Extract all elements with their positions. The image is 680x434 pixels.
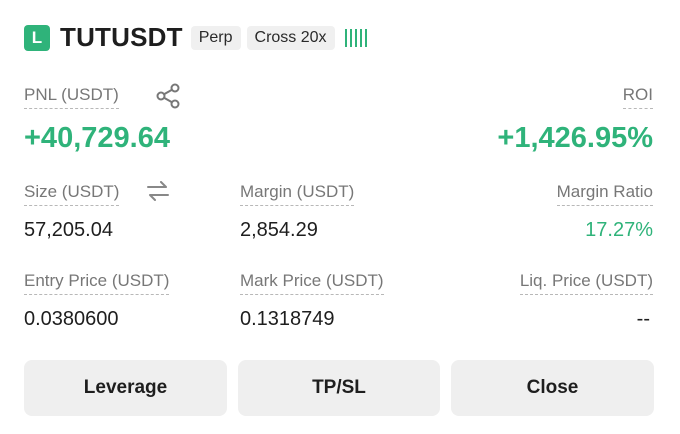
liq-price-label[interactable]: Liq. Price (USDT) — [519, 271, 653, 295]
size-label[interactable]: Size (USDT) — [24, 182, 120, 206]
roi-label[interactable]: ROI — [622, 85, 653, 109]
size-value: 57,205.04 — [24, 219, 113, 241]
margin-label[interactable]: Margin (USDT) — [240, 182, 355, 206]
tpsl-button[interactable]: TP/SL — [238, 360, 440, 416]
share-icon[interactable] — [155, 83, 181, 109]
position-header: L TUTUSDT Perp Cross 20x — [24, 22, 367, 53]
leverage-button[interactable]: Leverage — [24, 360, 227, 416]
roi-value: +1,426.95% — [497, 122, 653, 154]
mark-price-value: 0.1318749 — [240, 308, 335, 330]
contract-type-tag: Perp — [190, 25, 241, 50]
pnl-label[interactable]: PNL (USDT) — [24, 85, 119, 109]
liq-price-value: -- — [636, 308, 650, 330]
close-position-button[interactable]: Close — [451, 360, 654, 416]
margin-ratio-label[interactable]: Margin Ratio — [556, 182, 653, 206]
entry-price-label[interactable]: Entry Price (USDT) — [24, 271, 170, 295]
swap-arrows-icon[interactable] — [146, 181, 170, 201]
entry-price-value: 0.0380600 — [24, 308, 119, 330]
signal-bars-icon — [344, 28, 367, 47]
symbol-title: TUTUSDT — [60, 22, 183, 52]
long-badge: L — [24, 24, 50, 51]
margin-value: 2,854.29 — [240, 219, 318, 241]
mark-price-label[interactable]: Mark Price (USDT) — [240, 271, 384, 295]
pnl-value: +40,729.64 — [24, 122, 170, 154]
margin-ratio-value: 17.27% — [585, 219, 653, 241]
margin-mode-tag[interactable]: Cross 20x — [246, 25, 335, 50]
